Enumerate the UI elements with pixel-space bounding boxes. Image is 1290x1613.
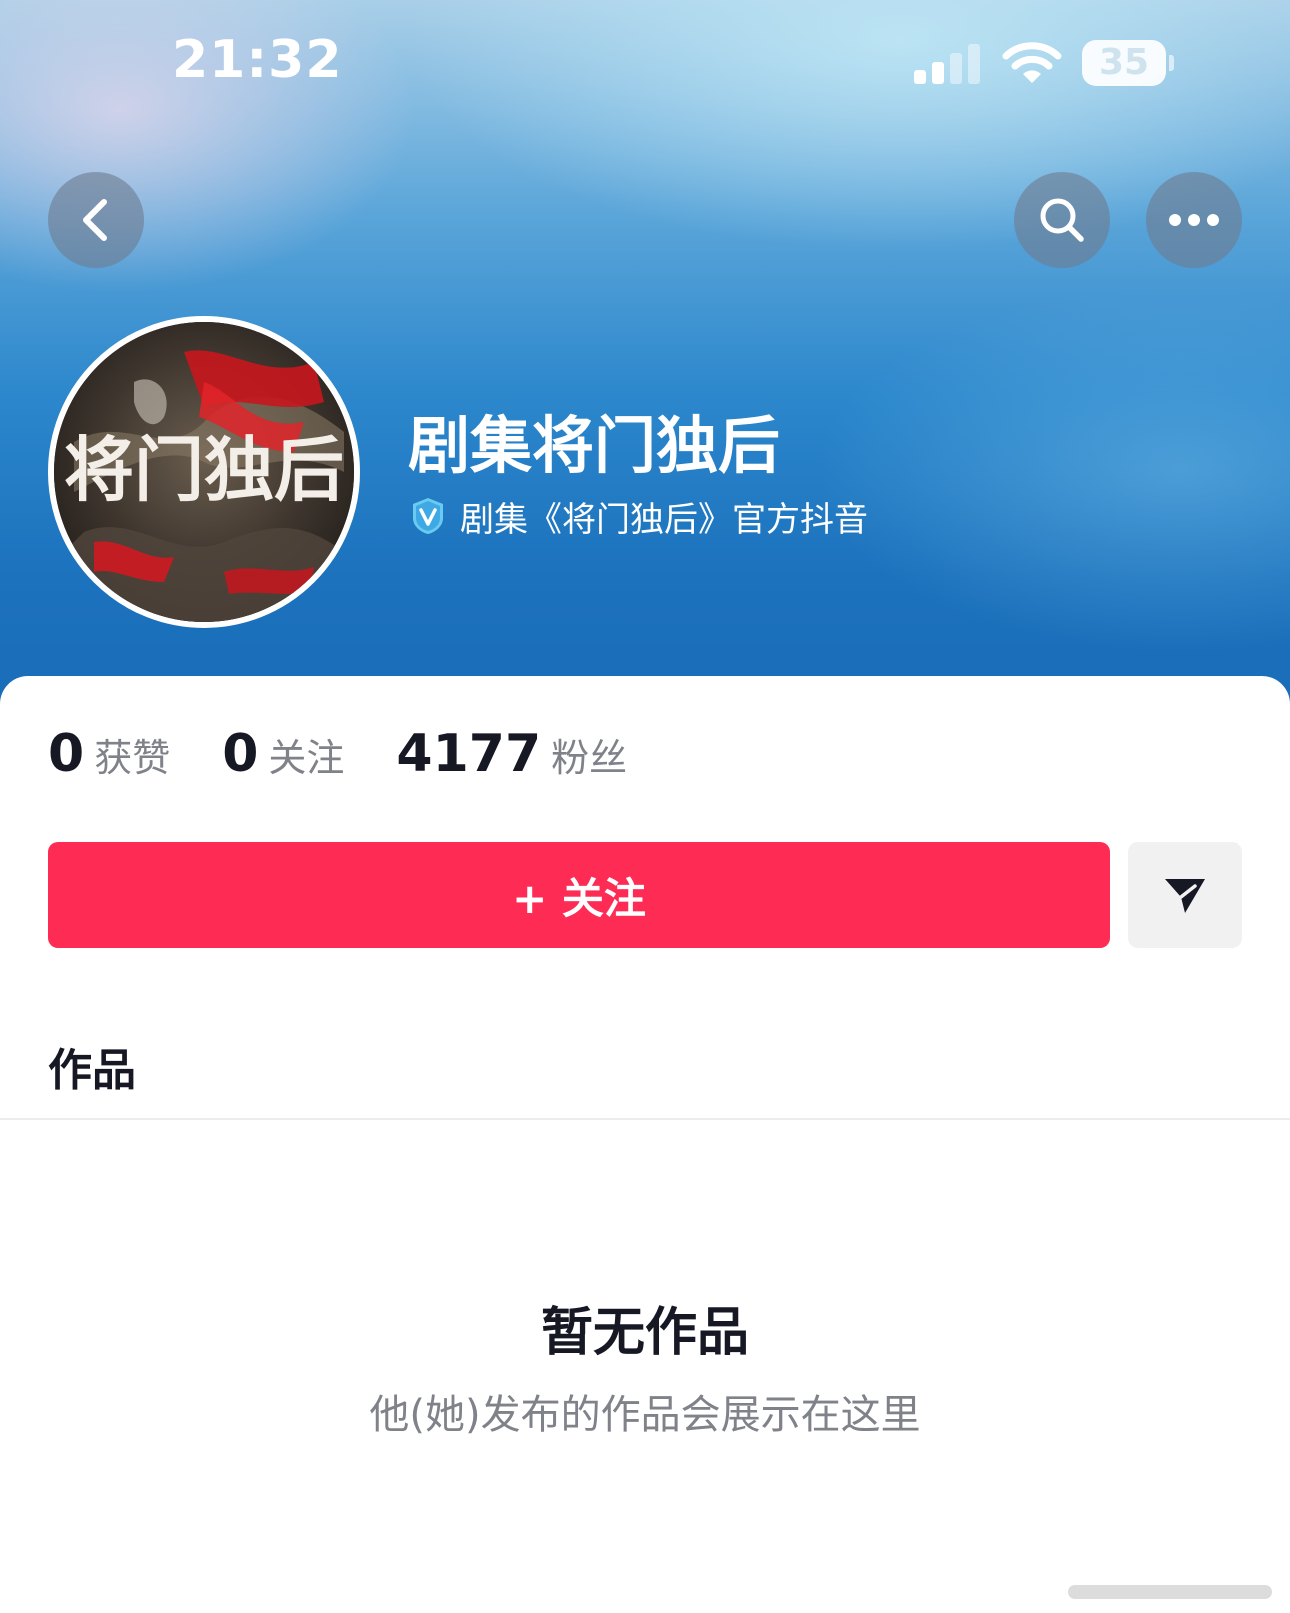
tab-works[interactable]: 作品: [48, 1034, 136, 1098]
stat-likes-label: 获赞: [94, 736, 171, 780]
stat-following[interactable]: 0 关注: [222, 724, 344, 784]
more-button[interactable]: [1146, 172, 1242, 268]
stat-likes[interactable]: 0 获赞: [48, 724, 170, 784]
empty-state-title: 暂无作品: [540, 1303, 749, 1363]
empty-state-subtitle: 他(她)发布的作品会展示在这里: [369, 1392, 921, 1438]
stats-row: 0 获赞 0 关注 4177 粉丝: [48, 722, 679, 786]
share-button[interactable]: [1128, 842, 1242, 948]
avatar[interactable]: 将门独后: [48, 316, 360, 628]
stat-followers-label: 粉丝: [551, 736, 628, 780]
verified-label: 剧集《将门独后》官方抖音: [460, 499, 868, 540]
verified-badge-row: 剧集《将门独后》官方抖音: [408, 494, 868, 540]
stat-followers[interactable]: 4177 粉丝: [396, 724, 627, 784]
profile-content-sheet: [0, 676, 1290, 1613]
battery-icon: 35: [1082, 40, 1174, 86]
wifi-icon: [1002, 42, 1062, 83]
follow-button-label: + 关注: [512, 873, 646, 923]
stat-following-label: 关注: [268, 736, 345, 780]
back-button[interactable]: [48, 172, 144, 268]
send-icon: [1165, 879, 1205, 913]
status-time: 21:32: [172, 30, 343, 90]
ellipsis-icon: [1169, 214, 1219, 226]
search-icon: [1040, 198, 1084, 242]
stat-followers-value: 4177: [396, 724, 542, 784]
tab-divider: [0, 1118, 1290, 1120]
home-indicator[interactable]: [1068, 1585, 1272, 1599]
follow-button[interactable]: + 关注: [48, 842, 1110, 948]
battery-level: 35: [1098, 42, 1150, 83]
avatar-calligraphy: 将门独后: [64, 428, 344, 511]
stat-likes-value: 0: [48, 724, 85, 784]
cellular-signal-icon: [914, 44, 980, 84]
verified-v-icon: [413, 498, 443, 534]
chevron-left-icon: [83, 199, 107, 241]
search-button[interactable]: [1014, 172, 1110, 268]
stat-following-value: 0: [222, 724, 259, 784]
profile-name: 剧集将门独后: [408, 409, 781, 482]
